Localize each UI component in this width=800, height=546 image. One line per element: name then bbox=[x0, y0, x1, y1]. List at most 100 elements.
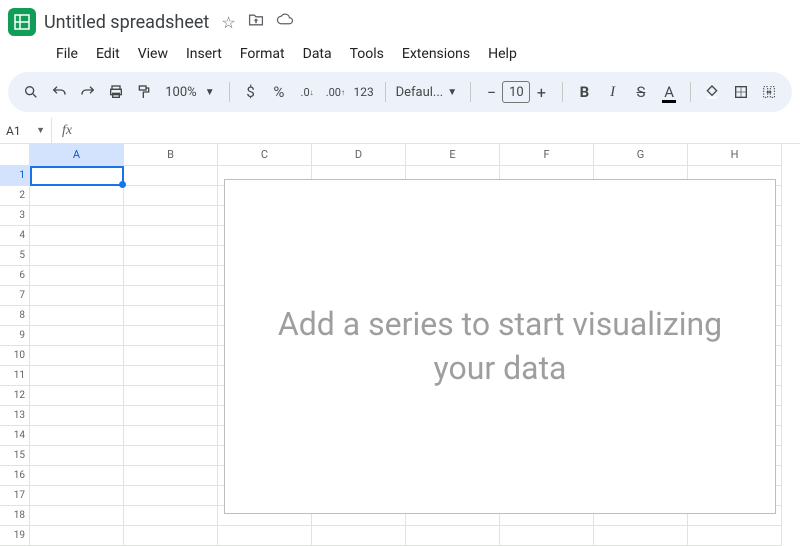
menu-data[interactable]: Data bbox=[295, 42, 340, 66]
column-header[interactable]: B bbox=[124, 144, 218, 166]
chart-placeholder[interactable]: Add a series to start visualizing your d… bbox=[224, 179, 776, 514]
cell[interactable] bbox=[218, 526, 312, 546]
percent-button[interactable]: % bbox=[268, 79, 290, 105]
row-header[interactable]: 15 bbox=[0, 446, 30, 466]
cell[interactable] bbox=[124, 266, 218, 286]
cell[interactable] bbox=[30, 346, 124, 366]
name-box[interactable]: A1▼ bbox=[0, 118, 52, 143]
cell[interactable] bbox=[594, 526, 688, 546]
cell[interactable] bbox=[30, 206, 124, 226]
cell[interactable] bbox=[406, 526, 500, 546]
cloud-status-icon[interactable] bbox=[276, 13, 294, 32]
menu-edit[interactable]: Edit bbox=[88, 42, 128, 66]
menu-file[interactable]: File bbox=[48, 42, 86, 66]
row-header[interactable]: 17 bbox=[0, 486, 30, 506]
cell[interactable] bbox=[124, 246, 218, 266]
cell[interactable] bbox=[124, 326, 218, 346]
row-header[interactable]: 11 bbox=[0, 366, 30, 386]
cell[interactable] bbox=[500, 526, 594, 546]
borders-button[interactable] bbox=[729, 79, 751, 105]
cell[interactable] bbox=[124, 526, 218, 546]
cell[interactable] bbox=[124, 226, 218, 246]
column-header[interactable]: H bbox=[688, 144, 782, 166]
cell[interactable] bbox=[124, 166, 218, 186]
font-size-input[interactable]: 10 bbox=[502, 81, 530, 103]
cell[interactable] bbox=[124, 506, 218, 526]
cell[interactable] bbox=[124, 486, 218, 506]
cell[interactable] bbox=[30, 266, 124, 286]
print-icon[interactable] bbox=[105, 79, 127, 105]
doc-title[interactable]: Untitled spreadsheet bbox=[44, 12, 209, 33]
row-header[interactable]: 8 bbox=[0, 306, 30, 326]
zoom-select[interactable]: 100%▼ bbox=[161, 85, 218, 100]
redo-icon[interactable] bbox=[77, 79, 99, 105]
sheets-logo[interactable] bbox=[8, 8, 36, 36]
menu-view[interactable]: View bbox=[130, 42, 176, 66]
cell[interactable] bbox=[30, 366, 124, 386]
strikethrough-button[interactable]: S bbox=[630, 79, 652, 105]
row-header[interactable]: 5 bbox=[0, 246, 30, 266]
merge-cells-button[interactable] bbox=[758, 79, 780, 105]
cell[interactable] bbox=[124, 466, 218, 486]
font-size-increase[interactable]: + bbox=[530, 83, 552, 102]
star-icon[interactable]: ☆ bbox=[221, 13, 235, 32]
undo-icon[interactable] bbox=[48, 79, 70, 105]
row-header[interactable]: 2 bbox=[0, 186, 30, 206]
currency-button[interactable]: $ bbox=[239, 79, 261, 105]
font-select[interactable]: Defaul...▼ bbox=[396, 85, 460, 100]
cell[interactable] bbox=[312, 526, 406, 546]
select-all-corner[interactable] bbox=[0, 144, 30, 166]
cell[interactable] bbox=[124, 426, 218, 446]
row-header[interactable]: 3 bbox=[0, 206, 30, 226]
number-format-button[interactable]: 123 bbox=[352, 79, 374, 105]
font-size-decrease[interactable]: − bbox=[480, 83, 502, 102]
cell[interactable] bbox=[688, 526, 782, 546]
cell[interactable] bbox=[30, 446, 124, 466]
cell[interactable] bbox=[30, 426, 124, 446]
menu-format[interactable]: Format bbox=[232, 42, 293, 66]
decrease-decimal-button[interactable]: .0↓ bbox=[296, 79, 318, 105]
fill-color-button[interactable] bbox=[701, 79, 723, 105]
cell[interactable] bbox=[30, 166, 124, 186]
row-header[interactable]: 12 bbox=[0, 386, 30, 406]
menu-insert[interactable]: Insert bbox=[178, 42, 230, 66]
cell[interactable] bbox=[30, 286, 124, 306]
menu-tools[interactable]: Tools bbox=[342, 42, 392, 66]
text-color-button[interactable]: A bbox=[658, 79, 680, 105]
formula-bar[interactable] bbox=[82, 118, 800, 143]
cell[interactable] bbox=[30, 306, 124, 326]
column-header[interactable]: D bbox=[312, 144, 406, 166]
italic-button[interactable]: I bbox=[602, 79, 624, 105]
column-header[interactable]: F bbox=[500, 144, 594, 166]
row-header[interactable]: 9 bbox=[0, 326, 30, 346]
cell[interactable] bbox=[124, 306, 218, 326]
cell[interactable] bbox=[30, 506, 124, 526]
cell[interactable] bbox=[30, 486, 124, 506]
row-header[interactable]: 10 bbox=[0, 346, 30, 366]
cell[interactable] bbox=[124, 346, 218, 366]
row-header[interactable]: 19 bbox=[0, 526, 30, 546]
move-icon[interactable] bbox=[248, 13, 264, 32]
row-header[interactable]: 18 bbox=[0, 506, 30, 526]
column-header[interactable]: E bbox=[406, 144, 500, 166]
cell[interactable] bbox=[124, 186, 218, 206]
cell[interactable] bbox=[30, 246, 124, 266]
menu-help[interactable]: Help bbox=[480, 42, 525, 66]
increase-decimal-button[interactable]: .00↑ bbox=[324, 79, 346, 105]
cell[interactable] bbox=[30, 406, 124, 426]
cell[interactable] bbox=[124, 386, 218, 406]
row-header[interactable]: 4 bbox=[0, 226, 30, 246]
row-header[interactable]: 1 bbox=[0, 166, 30, 186]
paint-format-icon[interactable] bbox=[133, 79, 155, 105]
menu-extensions[interactable]: Extensions bbox=[394, 42, 478, 66]
bold-button[interactable]: B bbox=[573, 79, 595, 105]
row-header[interactable]: 6 bbox=[0, 266, 30, 286]
search-icon[interactable] bbox=[20, 79, 42, 105]
row-header[interactable]: 7 bbox=[0, 286, 30, 306]
column-header[interactable]: G bbox=[594, 144, 688, 166]
column-header[interactable]: A bbox=[30, 144, 124, 166]
row-header[interactable]: 16 bbox=[0, 466, 30, 486]
cell[interactable] bbox=[30, 186, 124, 206]
row-header[interactable]: 14 bbox=[0, 426, 30, 446]
cell[interactable] bbox=[124, 206, 218, 226]
